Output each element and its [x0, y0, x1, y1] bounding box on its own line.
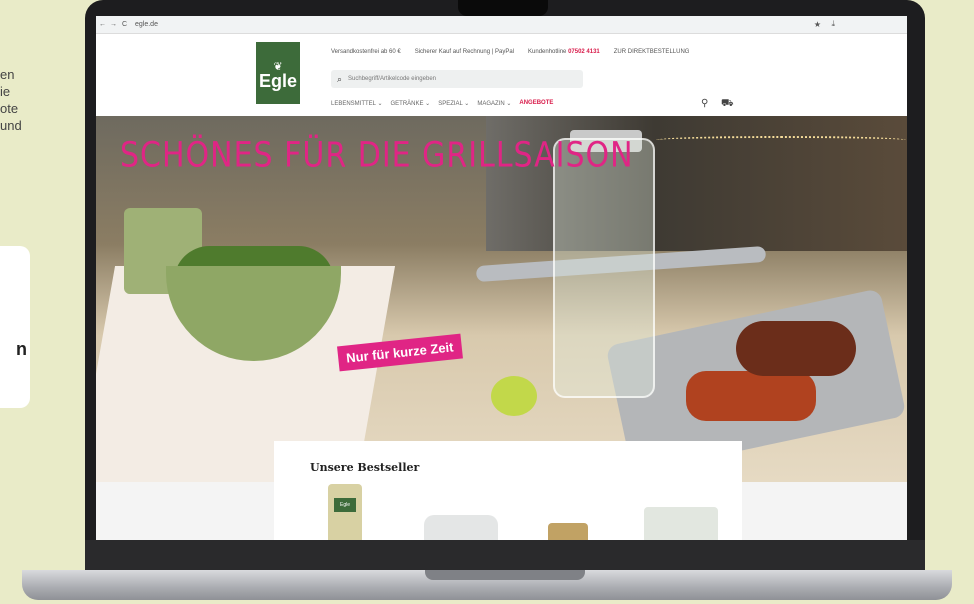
info-bar: Versandkostenfrei ab 60 € Sicherer Kauf … [331, 49, 689, 55]
info-shipping: Versandkostenfrei ab 60 € [331, 49, 401, 55]
egle-logo[interactable]: ❦ Egle [256, 42, 300, 104]
nav-item-angebote[interactable]: ANGEBOTE [519, 100, 553, 107]
search-icon[interactable]: ⌕ [337, 74, 342, 85]
browser-toolbar: ← → C egle.de ★ ⤓ [96, 16, 907, 34]
product-boxes[interactable] [644, 507, 718, 540]
nav-item-magazin[interactable]: MAGAZIN ⌄ [477, 100, 511, 107]
info-hotline: Kundenhotline 07502 4131 [528, 49, 600, 55]
search-input[interactable]: ⌕ Suchbegriff/Artikelcode eingeben [331, 70, 583, 88]
side-card-text: n [16, 339, 27, 359]
lemon-image [491, 376, 537, 416]
forward-icon[interactable]: → [109, 21, 118, 28]
grilled-vegetables-image [686, 371, 816, 421]
bestseller-title: Unsere Bestseller [310, 461, 420, 474]
hero-headline: SCHÖNES FÜR DIE GRILLSAISON [120, 135, 634, 176]
search-placeholder: Suchbegriff/Artikelcode eingeben [348, 76, 436, 82]
direct-order-link[interactable]: ZUR DIREKTBESTELLUNG [614, 49, 690, 55]
laptop-chin [85, 540, 925, 570]
side-text-line: en [0, 67, 15, 82]
side-card: n [0, 246, 30, 408]
laptop-screen: ← → C egle.de ★ ⤓ ❦ Egle Versandkostenfr… [96, 16, 907, 540]
steak-image [736, 321, 856, 376]
address-bar[interactable]: egle.de [135, 21, 158, 28]
product-can[interactable] [548, 523, 588, 540]
product-oil-bottle[interactable]: Egle [328, 484, 362, 540]
hotline-number[interactable]: 07502 4131 [568, 49, 600, 55]
info-payment: Sicherer Kauf auf Rechnung | PayPal [414, 49, 515, 55]
nav-item-lebensmittel[interactable]: LEBENSMITTEL ⌄ [331, 100, 382, 107]
bookmark-star-icon[interactable]: ★ [814, 20, 821, 29]
nav-item-spezial[interactable]: SPEZIAL ⌄ [438, 100, 469, 107]
bestseller-section: Unsere Bestseller Egle [274, 441, 742, 540]
side-text-line: ote [0, 101, 19, 116]
nav-item-getraenke[interactable]: GETRÄNKE ⌄ [390, 100, 430, 107]
side-text-line: ie [0, 84, 11, 99]
hotline-label: Kundenhotline [528, 49, 567, 55]
reload-icon[interactable]: C [120, 21, 129, 28]
download-icon[interactable]: ⤓ [831, 19, 835, 29]
side-text: en ie ote und [0, 66, 22, 134]
back-icon[interactable]: ← [98, 21, 107, 28]
hero-banner[interactable]: SCHÖNES FÜR DIE GRILLSAISON Nur für kurz… [96, 116, 907, 482]
laptop-notch [458, 0, 548, 16]
string-lights [656, 136, 906, 144]
cart-icon[interactable]: ⛟ [721, 98, 734, 111]
logo-text: Egle [258, 71, 297, 91]
main-nav: LEBENSMITTEL ⌄ GETRÄNKE ⌄ SPEZIAL ⌄ MAGA… [331, 100, 553, 107]
product-tin[interactable] [424, 515, 498, 540]
side-text-line: und [0, 118, 22, 133]
user-icon[interactable]: ⚲ [701, 98, 708, 109]
glass-jug-image [553, 138, 655, 398]
laptop-base-notch [425, 570, 585, 580]
product-label: Egle [334, 498, 356, 512]
